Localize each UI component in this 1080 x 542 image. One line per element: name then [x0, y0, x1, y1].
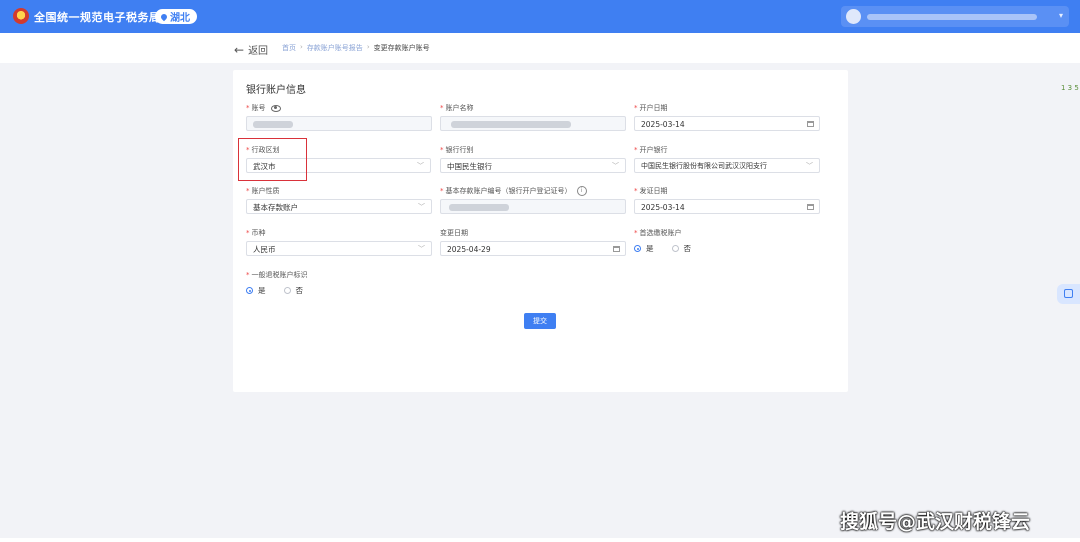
issue-date-label: 发证日期	[639, 187, 668, 195]
breadcrumb-separator: ›	[366, 43, 370, 51]
currency-field: * 币种 人民币 ﹀	[246, 227, 432, 256]
basic-account-no-field: * 基本存款账户编号（银行开户登记证号） i	[440, 185, 626, 214]
change-date-field: 变更日期 2025-04-29	[440, 227, 626, 256]
arrow-left-icon: ←	[234, 42, 245, 57]
account-no-label: 账号	[251, 104, 266, 112]
calendar-icon	[613, 246, 620, 252]
user-menu[interactable]: ▾	[841, 6, 1069, 27]
open-date-field: * 开户日期 2025-03-14	[634, 102, 820, 131]
chevron-down-icon: ﹀	[417, 162, 424, 170]
issue-date-picker[interactable]: 2025-03-14	[634, 199, 820, 214]
avatar	[846, 9, 861, 24]
preferred-tax-account-field: * 首选缴税账户 是 否	[634, 227, 820, 254]
bank-type-label: 银行行别	[445, 146, 474, 154]
basic-account-no-label: 基本存款账户编号（银行开户登记证号）	[445, 187, 572, 195]
top-header: 全国统一规范电子税务局 湖北 ▾	[0, 0, 1080, 33]
account-no-field: * 账号	[246, 102, 432, 131]
region-label: 湖北	[170, 13, 190, 24]
chevron-down-icon: ﹀	[418, 203, 425, 211]
breadcrumb-bar: ← 返回 首页 › 存款账户账号报告 › 变更存款账户账号	[0, 33, 1080, 63]
preferred-tax-account-label: 首选缴税账户	[639, 229, 682, 237]
account-name-field: * 账户名称	[440, 102, 626, 131]
basic-account-no-input[interactable]	[440, 199, 626, 214]
account-nature-field: * 账户性质 基本存款账户 ﹀	[246, 185, 432, 214]
change-date-label: 变更日期	[440, 229, 468, 237]
general-refund-flag-label: 一般退税账户标识	[251, 271, 308, 279]
radio-unchecked-icon	[283, 287, 291, 294]
breadcrumb-home[interactable]: 首页	[282, 43, 296, 53]
account-name-input[interactable]	[440, 116, 626, 131]
calendar-icon	[807, 121, 814, 127]
open-bank-field: * 开户银行 中国民生银行股份有限公司武汉汉阳支行 ﹀	[634, 144, 820, 173]
floating-help-icon[interactable]	[1057, 284, 1080, 304]
user-name-redacted	[867, 14, 1037, 20]
highlight-annotation-box	[238, 138, 307, 181]
preferred-tax-account-radio-group: 是 否	[634, 243, 820, 254]
issue-date-field: * 发证日期 2025-03-14	[634, 185, 820, 214]
currency-label: 币种	[251, 229, 266, 237]
region-selector[interactable]: 湖北	[155, 9, 197, 24]
breadcrumb-separator: ›	[300, 43, 303, 51]
redacted-value	[449, 204, 509, 211]
redacted-value	[451, 121, 571, 128]
watermark-text: 搜狐号@武汉财税锋云	[840, 511, 1031, 533]
radio-no[interactable]: 否	[283, 285, 303, 296]
radio-yes[interactable]: 是	[634, 243, 654, 254]
bank-type-select[interactable]: 中国民生银行 ﹀	[440, 158, 626, 173]
submit-button[interactable]: 提交	[524, 313, 556, 329]
chevron-down-icon: ﹀	[612, 162, 619, 170]
section-title: 银行账户信息	[246, 85, 306, 96]
tax-emblem-logo	[13, 8, 29, 24]
general-refund-flag-radio-group: 是 否	[246, 285, 432, 296]
back-button[interactable]: ← 返回	[234, 42, 269, 58]
chevron-down-icon: ▾	[1058, 11, 1063, 20]
breadcrumb: 首页 › 存款账户账号报告 › 变更存款账户账号	[282, 43, 430, 53]
currency-select[interactable]: 人民币 ﹀	[246, 241, 432, 256]
radio-checked-icon	[634, 245, 641, 252]
redacted-value	[253, 121, 293, 128]
info-icon[interactable]: i	[576, 186, 587, 196]
radio-unchecked-icon	[671, 245, 679, 252]
open-bank-label: 开户银行	[639, 146, 668, 154]
bottom-border	[0, 538, 1080, 542]
change-date-picker[interactable]: 2025-04-29	[440, 241, 626, 256]
account-no-input[interactable]	[246, 116, 432, 131]
open-bank-select[interactable]: 中国民生银行股份有限公司武汉汉阳支行 ﹀	[634, 158, 820, 173]
general-refund-flag-field: * 一般退税账户标识 是 否	[246, 269, 432, 296]
account-nature-select[interactable]: 基本存款账户 ﹀	[246, 199, 432, 214]
location-pin-icon	[159, 12, 169, 21]
open-date-label: 开户日期	[639, 104, 668, 112]
open-date-picker[interactable]: 2025-03-14	[634, 116, 820, 131]
breadcrumb-current: 变更存款账户账号	[373, 44, 430, 52]
account-nature-label: 账户性质	[251, 187, 280, 195]
chevron-down-icon: ﹀	[418, 245, 425, 253]
side-badge[interactable]: 1 3 5	[1061, 84, 1079, 92]
back-label: 返回	[248, 46, 269, 57]
calendar-icon	[807, 204, 814, 210]
bank-type-field: * 银行行别 中国民生银行 ﹀	[440, 144, 626, 173]
breadcrumb-report[interactable]: 存款账户账号报告	[307, 43, 363, 53]
radio-checked-icon	[246, 287, 253, 294]
radio-no[interactable]: 否	[671, 243, 691, 254]
bank-account-card: 银行账户信息 * 账号 * 账户名称 * 开户日期 2025-03-14 * 行政区划 …	[233, 70, 848, 392]
account-name-label: 账户名称	[445, 104, 474, 112]
chevron-down-icon: ﹀	[806, 162, 813, 170]
radio-yes[interactable]: 是	[246, 285, 266, 296]
eye-icon[interactable]	[270, 104, 281, 112]
site-title: 全国统一规范电子税务局	[34, 11, 161, 24]
